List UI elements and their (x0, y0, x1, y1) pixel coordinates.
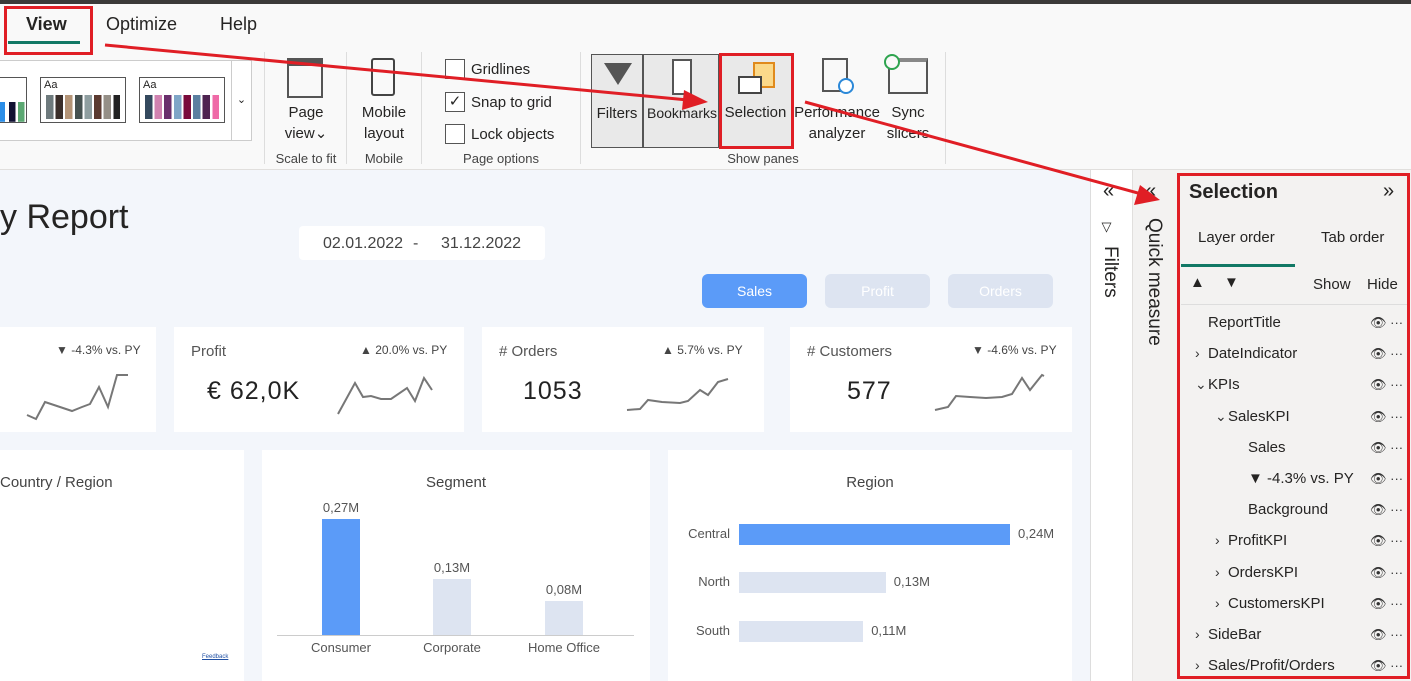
bar[interactable] (739, 572, 886, 593)
kpi-card-sales[interactable]: ▼ -4.3% vs. PY (0, 327, 156, 432)
filters-pane-button[interactable]: Filters (591, 54, 643, 148)
kpi-card-orders[interactable]: # Orders ▲ 5.7% vs. PY 1053 (482, 327, 764, 432)
map-visual[interactable]: Country / Region Feedback (0, 450, 244, 681)
filters-label[interactable]: Filters (1099, 246, 1121, 298)
date-separator: - (413, 235, 419, 252)
tab-help[interactable]: Help (220, 14, 257, 35)
bar[interactable] (739, 524, 1010, 545)
bar[interactable] (739, 621, 864, 642)
orders-toggle-button[interactable]: Orders (948, 274, 1053, 308)
data-label: 0,13M (433, 560, 471, 576)
category-label: Central (688, 526, 730, 541)
visual-title: Country / Region (0, 474, 113, 491)
kpi-card-customers[interactable]: # Customers ▼ -4.6% vs. PY 577 (790, 327, 1072, 432)
bar[interactable] (433, 579, 471, 635)
sparkline (337, 375, 433, 415)
bar[interactable] (322, 519, 360, 635)
feedback-link[interactable]: Feedback (202, 654, 228, 660)
gridlines-checkbox[interactable] (445, 59, 465, 79)
category-label: Home Office (527, 640, 600, 655)
bookmarks-pane-button[interactable]: Bookmarks (643, 54, 719, 148)
annotation-box (719, 53, 794, 149)
bar[interactable] (545, 600, 583, 635)
segment-chart[interactable]: Segment 0,27M Consumer 0,13M Corporate 0,08M… (262, 450, 650, 681)
x-axis (277, 635, 634, 636)
gallery-expand-chevron-icon[interactable]: ⌄ (231, 61, 251, 140)
kpi-card-profit[interactable]: Profit ▲ 20.0% vs. PY € 62,0K (174, 327, 464, 432)
snap-to-grid-checkbox[interactable]: ✓ (445, 92, 465, 112)
data-label: 0,24M (1018, 526, 1055, 541)
visual-title: Segment (425, 474, 487, 491)
snap-to-grid-label: Snap to grid (471, 94, 552, 111)
page-view-icon (287, 58, 323, 98)
theme-thumbnail[interactable] (0, 77, 27, 123)
annotation-box (1177, 173, 1410, 679)
group-label: Show panes (727, 151, 799, 166)
sales-toggle-button[interactable]: Sales (702, 274, 807, 308)
data-label: 0,27M (322, 500, 360, 515)
quick-measure-pane-collapsed[interactable]: « Quick measure (1132, 170, 1177, 681)
data-label: 0,08M (545, 581, 583, 597)
sparkline (626, 378, 729, 411)
visual-title: Region (846, 474, 894, 491)
collapse-icon[interactable]: « (1103, 180, 1114, 203)
sparkline (934, 373, 1045, 411)
category-label: North (698, 574, 730, 589)
ribbon-tabs: View Optimize Help (0, 4, 1411, 50)
category-label: Consumer (311, 640, 371, 655)
report-title: y Report (0, 198, 129, 236)
region-chart[interactable]: Region 0,24M Central 0,13M North 0,11M South (668, 450, 1072, 681)
category-label: South (696, 623, 730, 638)
lock-objects-label: Lock objects (471, 126, 555, 143)
collapse-icon[interactable]: « (1145, 180, 1156, 203)
theme-thumbnail[interactable]: Aa (139, 77, 225, 123)
profit-toggle-button[interactable]: Profit (825, 274, 930, 308)
bookmark-icon (672, 59, 692, 95)
date-from: 02.01.2022 (323, 235, 404, 252)
performance-analyzer-icon (822, 58, 854, 94)
mobile-layout-button[interactable]: Mobile layout (348, 102, 420, 144)
group-label: Page options (463, 151, 539, 166)
tab-optimize[interactable]: Optimize (106, 14, 177, 35)
ribbon: Aa Aa ⌄ Page view⌄ Scale to fit Mobile lay… (0, 46, 1411, 170)
mobile-icon (371, 58, 395, 96)
data-label: 0,11M (871, 623, 907, 638)
sync-slicers-icon (884, 54, 928, 94)
category-label: Corporate (423, 640, 481, 655)
data-label: 0,13M (893, 574, 930, 589)
sparkline (26, 374, 128, 421)
lock-objects-checkbox[interactable] (445, 124, 465, 144)
filter-icon: ▽ (1100, 220, 1115, 235)
theme-thumbnail[interactable]: Aa (40, 77, 126, 123)
funnel-icon (604, 63, 632, 85)
filters-pane-collapsed[interactable]: « ▽ Filters (1090, 170, 1132, 681)
theme-gallery[interactable]: Aa Aa ⌄ (0, 60, 252, 141)
date-indicator: 02.01.2022 - 31.12.2022 (299, 226, 545, 260)
annotation-box (4, 6, 93, 55)
group-label: Scale to fit (275, 151, 337, 166)
date-to: 31.12.2022 (441, 235, 522, 252)
quick-measure-label[interactable]: Quick measure (1143, 218, 1165, 346)
sync-slicers-button[interactable]: Sync slicers (880, 102, 936, 144)
gridlines-label: Gridlines (471, 61, 531, 78)
page-view-button[interactable]: Page view⌄ (266, 102, 346, 144)
performance-analyzer-button[interactable]: Performance analyzer (793, 102, 881, 144)
group-label: Mobile (364, 151, 404, 166)
